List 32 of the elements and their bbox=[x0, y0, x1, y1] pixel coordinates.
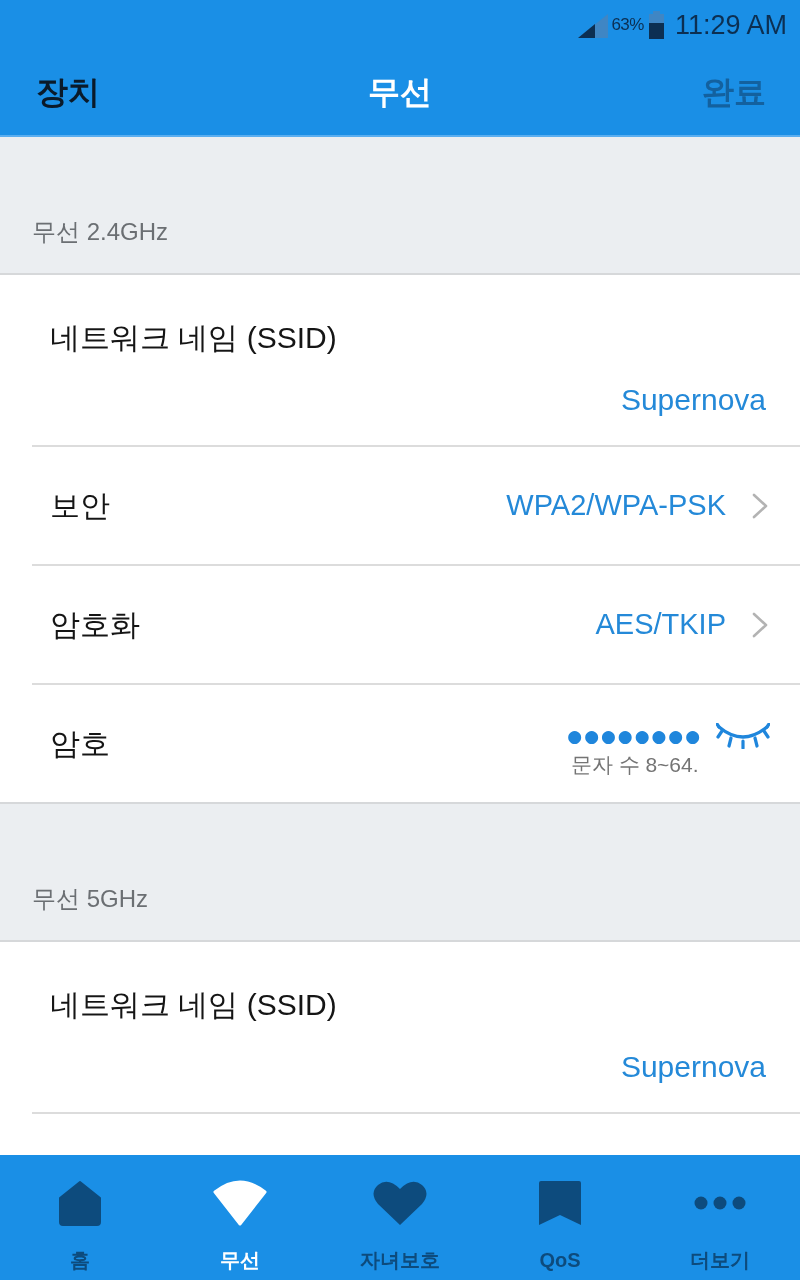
setting-label: 네트워크 네임 (SSID) bbox=[50, 987, 338, 1023]
password-hint: 문자 수 8~64. bbox=[570, 751, 699, 778]
heart-icon bbox=[373, 1180, 427, 1226]
closed-eye-icon[interactable] bbox=[716, 722, 770, 749]
tab-button[interactable]: 무선 bbox=[160, 1155, 320, 1280]
signal-icon bbox=[578, 14, 609, 38]
tab-button[interactable]: QoS bbox=[480, 1155, 640, 1280]
home-icon bbox=[57, 1180, 103, 1226]
setting-value[interactable]: WPA2/WPA-PSK bbox=[506, 489, 726, 522]
chevron-icon[interactable] bbox=[752, 611, 768, 638]
ellipsis-icon bbox=[694, 1196, 746, 1210]
screen-title: 무선 bbox=[368, 72, 432, 112]
password-field[interactable]: ●●●●●●●● bbox=[567, 723, 702, 748]
battery-percent: 63% bbox=[611, 15, 644, 35]
status-time: 11:29 AM bbox=[674, 9, 787, 41]
setting-label: 보안 bbox=[50, 487, 110, 524]
tab-button[interactable]: 홈 bbox=[0, 1155, 160, 1280]
wifi-icon bbox=[213, 1180, 267, 1226]
text-field[interactable]: Supernova bbox=[620, 380, 766, 420]
setting-value[interactable]: AES/TKIP bbox=[595, 608, 726, 641]
setting-label: 암호화 bbox=[50, 606, 140, 643]
section-title: 무선 2.4GHz bbox=[32, 217, 170, 247]
tab-button[interactable]: 더보기 bbox=[640, 1155, 800, 1280]
battery-icon bbox=[648, 11, 664, 39]
setting-label: 암호 bbox=[50, 725, 110, 762]
section-title: 무선 5GHz bbox=[32, 884, 149, 914]
setting-label: 네트워크 네임 (SSID) bbox=[50, 320, 338, 356]
back-button[interactable]: 장치 bbox=[36, 70, 100, 115]
text-field[interactable]: Supernova bbox=[620, 1047, 766, 1087]
tab-button[interactable]: 자녀보호 bbox=[320, 1155, 480, 1280]
chevron-icon[interactable] bbox=[752, 492, 768, 519]
bookmark-icon bbox=[538, 1180, 582, 1226]
